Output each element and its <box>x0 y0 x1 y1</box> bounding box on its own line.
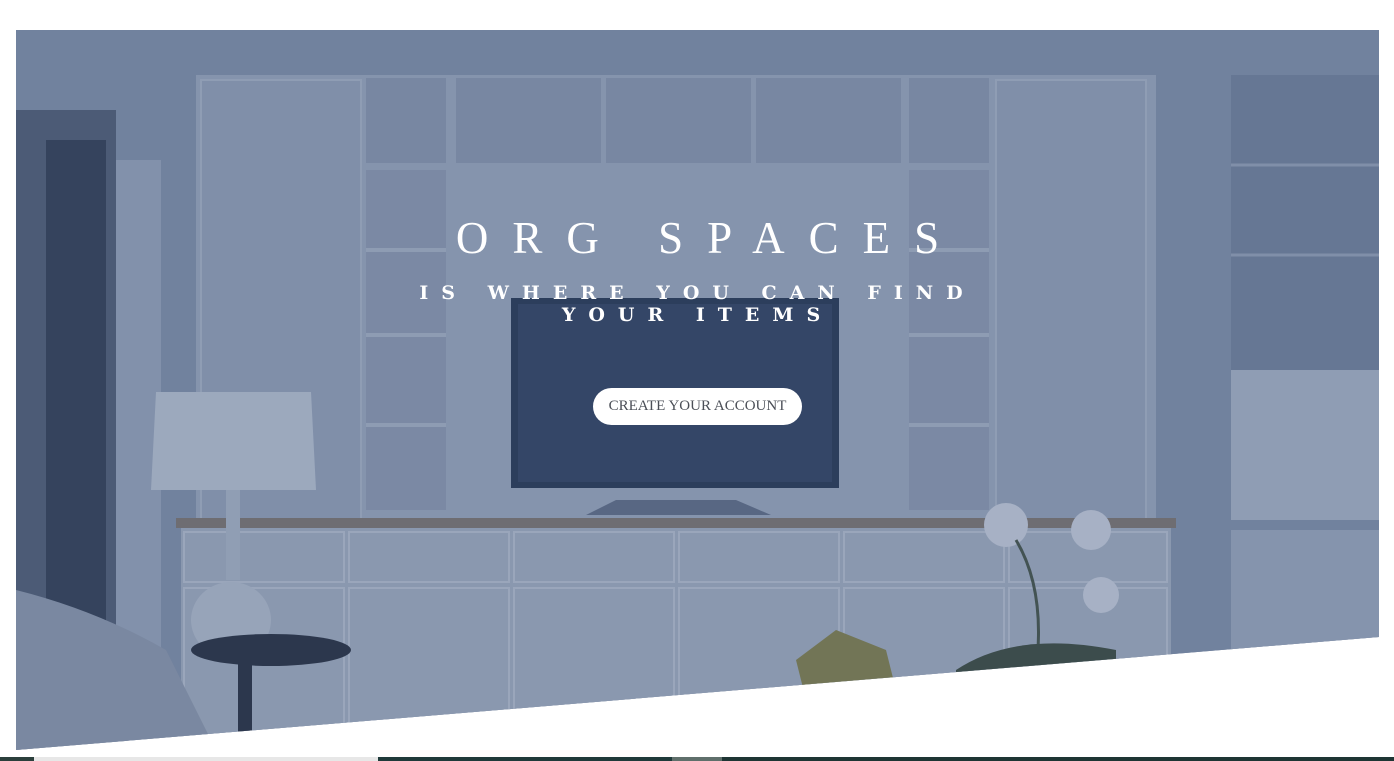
hero-title: ORG SPACES <box>455 213 964 263</box>
hero-subtitle: IS WHERE YOU CAN FIND YOUR ITEMS <box>419 282 976 326</box>
next-section-edge <box>0 757 1394 761</box>
hero-banner: ORG SPACES IS WHERE YOU CAN FIND YOUR IT… <box>16 30 1379 750</box>
hero-content: ORG SPACES IS WHERE YOU CAN FIND YOUR IT… <box>16 30 1379 750</box>
create-account-button[interactable]: CREATE YOUR ACCOUNT <box>593 388 802 425</box>
